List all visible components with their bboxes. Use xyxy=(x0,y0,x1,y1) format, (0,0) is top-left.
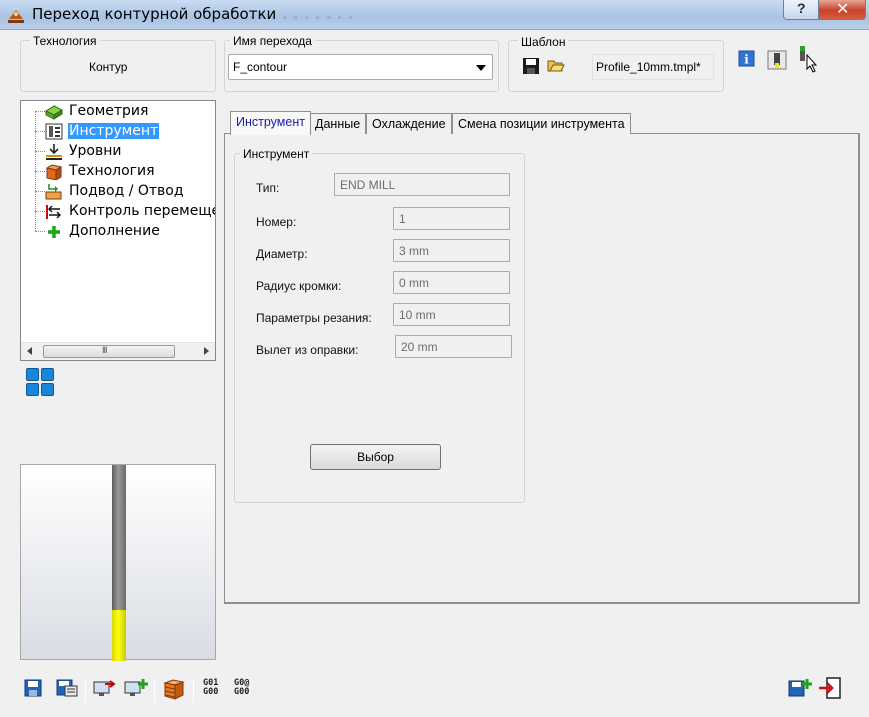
tab-cooling[interactable]: Охлаждение xyxy=(366,113,452,134)
gcode-settings-button[interactable]: G0@ G00 xyxy=(234,679,249,697)
cutting-params-field: 10 mm xyxy=(393,303,510,326)
type-label: Тип: xyxy=(256,181,280,195)
tool-group-title: Инструмент xyxy=(240,147,313,161)
technology-group-label: Технология xyxy=(30,34,100,48)
tool-preview xyxy=(20,464,216,661)
open-folder-icon[interactable] xyxy=(547,56,565,74)
cutting-params-label: Параметры резания: xyxy=(256,311,372,325)
info-icon[interactable]: i xyxy=(738,50,756,68)
save-as-icon[interactable] xyxy=(56,679,78,697)
save-template-icon[interactable] xyxy=(522,57,540,75)
window-title: Переход контурной обработки xyxy=(32,5,277,23)
template-name-box: Profile_10mm.tmpl* xyxy=(592,54,714,80)
stock-layers-icon[interactable] xyxy=(163,678,185,700)
select-tool-button[interactable]: Выбор xyxy=(310,444,441,470)
template-name: Profile_10mm.tmpl* xyxy=(596,60,701,74)
corner-radius-field: 0 mm xyxy=(393,271,510,294)
levels-icon xyxy=(46,144,62,160)
number-field: 1 xyxy=(393,207,510,230)
motion-control-icon xyxy=(46,205,61,219)
tab-data[interactable]: Данные xyxy=(309,113,367,134)
add-icon xyxy=(48,226,60,238)
overhang-label: Вылет из оправки: xyxy=(256,343,359,357)
parameters-tree[interactable]: Геометрия Инструмент Уровни Технология П… xyxy=(20,100,216,361)
diameter-label: Диаметр: xyxy=(256,247,308,261)
tool-library-icon[interactable] xyxy=(766,49,788,71)
tab-tool[interactable]: Инструмент xyxy=(230,111,311,135)
technology-icon xyxy=(45,164,63,180)
save-icon[interactable] xyxy=(24,679,42,697)
title-bar: Переход контурной обработки ▪ ▪ ▪ ▪ ▪ ▪ … xyxy=(0,0,869,30)
toolbar-separator xyxy=(85,680,86,702)
operation-name-value: F_contour xyxy=(233,60,288,74)
diameter-field: 3 mm xyxy=(393,239,510,262)
add-to-screen-icon[interactable] xyxy=(124,678,148,698)
operation-name-label: Имя перехода xyxy=(230,34,315,48)
gcode-preview-button[interactable]: G01 G00 xyxy=(203,679,218,697)
scroll-right-arrow-icon[interactable] xyxy=(204,347,209,355)
tool-icon xyxy=(45,123,63,140)
save-and-add-icon[interactable] xyxy=(788,678,812,698)
corner-radius-label: Радиус кромки: xyxy=(256,279,342,293)
template-group-label: Шаблон xyxy=(518,35,569,49)
overhang-field: 20 mm xyxy=(395,335,512,358)
tool-select-cursor-icon[interactable] xyxy=(797,45,821,73)
exit-icon[interactable] xyxy=(818,677,842,699)
scroll-thumb[interactable]: III xyxy=(43,345,175,358)
background-menu-ghost: ▪ ▪ ▪ ▪ ▪ ▪ ▪ ▪ ▪ ▪ xyxy=(250,12,355,24)
geometry-icon xyxy=(45,105,63,120)
tool-flute xyxy=(112,610,126,661)
chevron-down-icon[interactable] xyxy=(476,65,486,71)
app-icon xyxy=(8,10,24,23)
toolbar-separator xyxy=(154,680,155,702)
close-button[interactable]: ✕ xyxy=(818,0,866,20)
number-label: Номер: xyxy=(256,215,297,229)
technology-value: Контур xyxy=(89,60,128,74)
toolbar-separator xyxy=(193,680,194,702)
approach-retract-icon xyxy=(45,184,62,200)
scroll-left-arrow-icon[interactable] xyxy=(27,347,32,355)
operation-name-combo[interactable]: F_contour xyxy=(228,54,493,80)
tab-tool-change-position[interactable]: Смена позиции инструмента xyxy=(452,113,631,134)
help-button[interactable]: ? xyxy=(783,0,819,20)
export-to-screen-icon[interactable] xyxy=(93,678,117,698)
type-field: END MILL xyxy=(334,173,510,196)
tree-horizontal-scrollbar[interactable]: III xyxy=(21,342,215,360)
tool-shank xyxy=(112,465,126,610)
view-tiles-icon[interactable] xyxy=(26,368,56,398)
svg-text:i: i xyxy=(744,53,749,67)
